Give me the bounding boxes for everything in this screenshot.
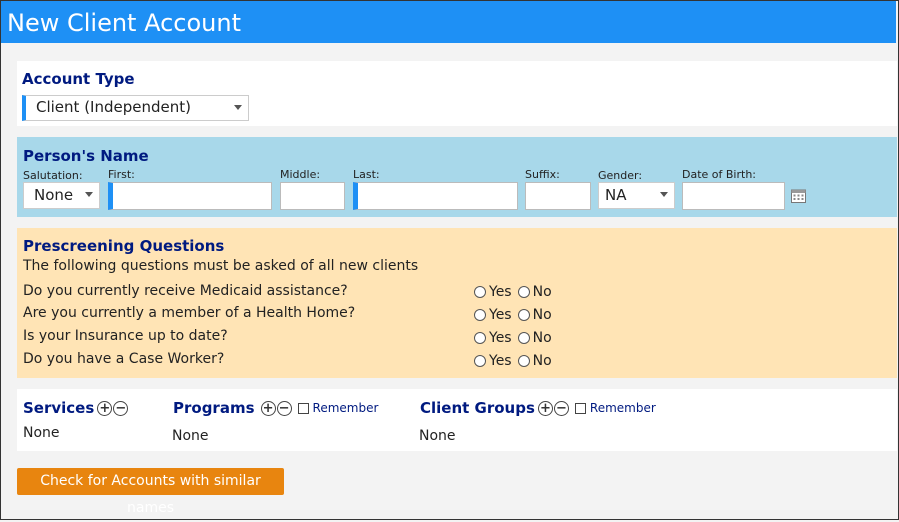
add-service-icon[interactable]: + — [97, 400, 113, 416]
middle-label: Middle: — [280, 168, 321, 181]
suffix-input[interactable] — [525, 182, 591, 210]
remove-program-icon[interactable]: − — [276, 400, 292, 416]
calendar-icon[interactable] — [791, 188, 806, 203]
client-groups-header: Client Groups + − Remember — [420, 399, 656, 417]
dob-label: Date of Birth: — [682, 168, 757, 181]
no-label: No — [532, 307, 552, 323]
question-medicaid: Do you currently receive Medicaid assist… — [23, 283, 348, 299]
health-home-no-radio[interactable] — [517, 309, 530, 321]
prescreening-intro: The following questions must be asked of… — [23, 258, 419, 274]
services-heading: Services — [23, 399, 95, 417]
person-name-heading: Person's Name — [23, 147, 149, 165]
insurance-yes-radio[interactable] — [474, 332, 486, 344]
account-type-panel: Account Type Client (Independent) — [17, 61, 897, 126]
health-home-yes-radio[interactable] — [474, 309, 486, 321]
no-label: No — [532, 330, 552, 346]
no-label: No — [532, 284, 552, 300]
health-home-radio-group: Yes No — [474, 307, 558, 323]
insurance-radio-group: Yes No — [474, 330, 558, 346]
salutation-select[interactable]: None — [23, 182, 100, 209]
last-name-input[interactable] — [353, 182, 518, 210]
yes-label: Yes — [489, 307, 512, 323]
account-type-heading: Account Type — [22, 70, 135, 88]
case-worker-radio-group: Yes No — [474, 353, 558, 369]
last-label: Last: — [353, 168, 380, 181]
yes-label: Yes — [489, 284, 512, 300]
chevron-down-icon — [234, 105, 242, 110]
medicaid-yes-radio[interactable] — [474, 286, 486, 298]
insurance-no-radio[interactable] — [517, 332, 530, 344]
question-insurance: Is your Insurance up to date? — [23, 328, 228, 344]
gender-select[interactable]: NA — [598, 182, 675, 209]
page-title: New Client Account — [1, 1, 896, 43]
programs-remember-checkbox[interactable] — [297, 402, 309, 414]
services-header: Services + − — [23, 399, 129, 417]
client-groups-remember-checkbox[interactable] — [574, 402, 586, 414]
prescreening-panel: Prescreening Questions The following que… — [17, 228, 897, 378]
remove-service-icon[interactable]: − — [113, 400, 129, 416]
salutation-label: Salutation: — [23, 169, 83, 182]
services-value: None — [23, 425, 60, 441]
yes-label: Yes — [489, 353, 512, 369]
first-label: First: — [108, 168, 135, 181]
programs-header: Programs + − Remember — [173, 399, 378, 417]
gender-label: Gender: — [598, 169, 643, 182]
chevron-down-icon — [660, 192, 668, 197]
programs-heading: Programs — [173, 399, 255, 417]
gender-value: NA — [605, 186, 627, 204]
programs-value: None — [172, 428, 209, 444]
medicaid-radio-group: Yes No — [474, 284, 558, 300]
client-groups-remember-label: Remember — [589, 401, 656, 415]
account-type-select[interactable]: Client (Independent) — [22, 95, 249, 121]
medicaid-no-radio[interactable] — [517, 286, 530, 298]
question-health-home: Are you currently a member of a Health H… — [23, 305, 356, 321]
programs-remember-label: Remember — [312, 401, 379, 415]
remove-client-group-icon[interactable]: − — [553, 400, 569, 416]
prescreening-heading: Prescreening Questions — [23, 237, 225, 255]
add-client-group-icon[interactable]: + — [537, 400, 553, 416]
case-worker-no-radio[interactable] — [517, 355, 530, 367]
suffix-label: Suffix: — [525, 168, 560, 181]
yes-label: Yes — [489, 330, 512, 346]
person-name-panel: Person's Name Salutation: None First: Mi… — [17, 137, 897, 217]
client-groups-value: None — [419, 428, 456, 444]
dob-input[interactable] — [682, 182, 785, 210]
question-case-worker: Do you have a Case Worker? — [23, 351, 225, 367]
first-name-input[interactable] — [108, 182, 272, 210]
account-type-value: Client (Independent) — [36, 98, 191, 116]
services-panel: Services + − None Programs + − Remember … — [17, 389, 897, 451]
check-similar-names-button[interactable]: Check for Accounts with similar names — [17, 468, 284, 516]
client-groups-heading: Client Groups — [420, 399, 535, 417]
add-program-icon[interactable]: + — [260, 400, 276, 416]
chevron-down-icon — [85, 192, 93, 197]
salutation-value: None — [34, 186, 74, 204]
middle-name-input[interactable] — [280, 182, 345, 210]
no-label: No — [532, 353, 552, 369]
case-worker-yes-radio[interactable] — [474, 355, 486, 367]
